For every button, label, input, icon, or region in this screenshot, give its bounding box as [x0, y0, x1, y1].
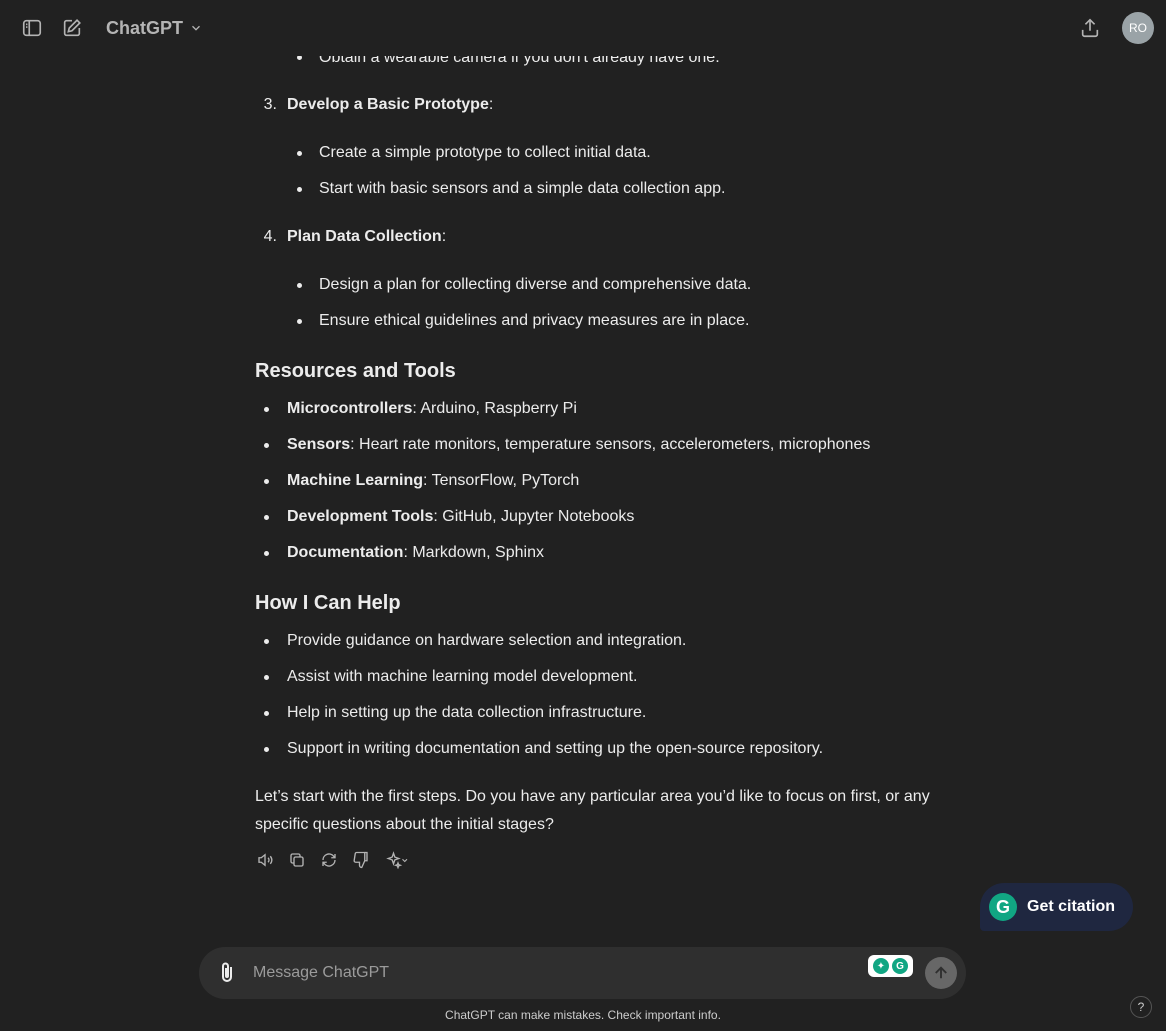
message-actions: [255, 850, 413, 870]
section-heading: Resources and Tools: [255, 360, 456, 382]
list-item: Development Tools: GitHub, Jupyter Noteb…: [287, 503, 634, 531]
list-item: Help in setting up the data collection i…: [287, 704, 647, 721]
bullet-dot: [264, 639, 269, 644]
sidebar-toggle-icon[interactable]: [20, 16, 44, 40]
bullet-dot: [264, 747, 269, 752]
bullet-dot: [297, 187, 302, 192]
list-item: Assist with machine learning model devel…: [287, 668, 638, 685]
paperclip-icon[interactable]: [215, 961, 239, 985]
get-citation-button[interactable]: G Get citation: [980, 883, 1133, 931]
item-label: Microcontrollers: [287, 400, 413, 417]
step-title-row: Develop a Basic Prototype:: [287, 91, 493, 119]
item-text: : GitHub, Jupyter Notebooks: [433, 508, 635, 525]
share-icon[interactable]: [1078, 16, 1102, 40]
item-text: : Heart rate monitors, temperature senso…: [350, 436, 871, 453]
step-title-row: Plan Data Collection:: [287, 223, 446, 251]
section-heading: How I Can Help: [255, 592, 401, 614]
bullet-dot: [297, 319, 302, 324]
item-text: : Markdown, Sphinx: [403, 544, 544, 561]
list-item: Support in writing documentation and set…: [287, 740, 824, 757]
list-item: Start with basic sensors and a simple da…: [319, 180, 726, 197]
step-number: 4.: [263, 228, 277, 245]
step-title: Develop a Basic Prototype: [287, 96, 489, 113]
avatar[interactable]: RO: [1122, 12, 1154, 44]
copy-icon[interactable]: [287, 850, 307, 870]
item-label: Machine Learning: [287, 472, 424, 489]
model-selector[interactable]: ChatGPT: [106, 18, 203, 39]
header-right: RO: [1078, 12, 1154, 44]
list-item: Sensors: Heart rate monitors, temperatur…: [287, 431, 870, 459]
list-item: Ensure ethical guidelines and privacy me…: [319, 312, 750, 329]
list-item: Machine Learning: TensorFlow, PyTorch: [287, 467, 579, 495]
item-label: Documentation: [287, 544, 404, 561]
arrow-up-icon: [935, 966, 947, 979]
list-item: Design a plan for collecting diverse and…: [319, 276, 752, 293]
bullet-dot: [297, 283, 302, 288]
item-label: Development Tools: [287, 508, 434, 525]
help-button[interactable]: ?: [1130, 996, 1152, 1018]
regenerate-icon[interactable]: [319, 850, 339, 870]
bullet-dot: [264, 675, 269, 680]
item-label: Sensors: [287, 436, 351, 453]
list-item: Provide guidance on hardware selection a…: [287, 632, 687, 649]
bullet-dot: [264, 515, 269, 520]
grammarly-badges[interactable]: ✦ G: [868, 955, 913, 977]
sparkle-icon[interactable]: [383, 850, 413, 870]
bullet-dot: [264, 551, 269, 556]
top-bar: ChatGPT RO: [0, 0, 1166, 56]
step-suffix: :: [488, 96, 494, 113]
item-text: : TensorFlow, PyTorch: [423, 472, 580, 489]
message-input[interactable]: [251, 959, 851, 987]
bullet-dot: [264, 443, 269, 448]
model-selector-label: ChatGPT: [106, 17, 184, 38]
chevron-down-icon: [192, 25, 200, 31]
new-chat-icon[interactable]: [60, 16, 84, 40]
disclaimer: ChatGPT can make mistakes. Check importa…: [445, 1008, 721, 1022]
lightbulb-icon: ✦: [873, 958, 889, 974]
get-citation-label: Get citation: [1027, 898, 1116, 915]
bullet-dot: [264, 479, 269, 484]
closing-paragraph-line: specific questions about the initial sta…: [255, 816, 554, 833]
grammarly-icon: G: [892, 958, 908, 974]
list-item: Documentation: Markdown, Sphinx: [287, 539, 544, 567]
thumbs-down-icon[interactable]: [351, 850, 371, 870]
speaker-icon[interactable]: [255, 850, 275, 870]
bullet-dot: [297, 151, 302, 156]
item-text: : Arduino, Raspberry Pi: [412, 400, 577, 417]
step-title: Plan Data Collection: [287, 228, 442, 245]
bullet-dot: [264, 407, 269, 412]
send-button[interactable]: [925, 957, 957, 989]
grammarly-logo-icon: G: [989, 893, 1017, 921]
list-item: Microcontrollers: Arduino, Raspberry Pi: [287, 395, 577, 423]
step-suffix: :: [441, 228, 447, 245]
closing-paragraph-line: Let’s start with the first steps. Do you…: [255, 788, 930, 805]
step-number: 3.: [263, 96, 277, 113]
bullet-dot: [264, 711, 269, 716]
composer: ✦ G: [199, 947, 966, 999]
list-item: Create a simple prototype to collect ini…: [319, 144, 651, 161]
header-left: ChatGPT: [20, 16, 203, 40]
